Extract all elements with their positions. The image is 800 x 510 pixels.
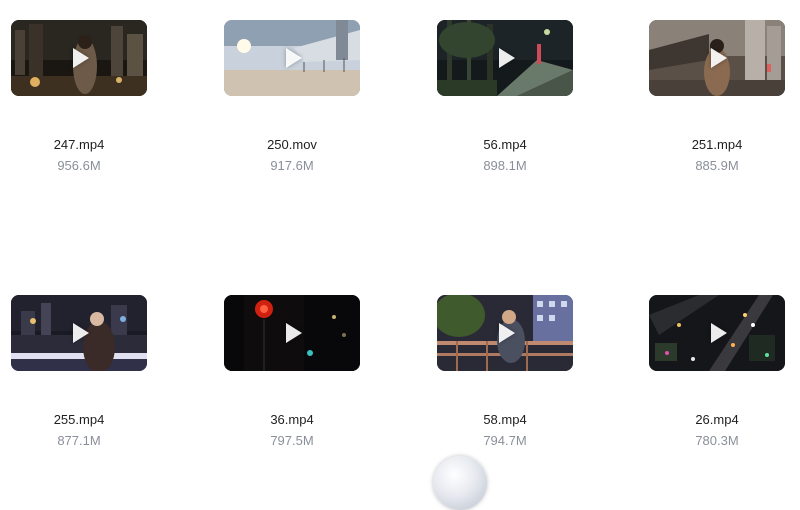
file-size: 780.3M	[695, 433, 739, 448]
play-icon	[73, 48, 89, 68]
file-size: 797.5M	[270, 433, 314, 448]
floating-assistant-button[interactable]	[433, 456, 487, 510]
play-icon	[286, 48, 302, 68]
file-size: 898.1M	[483, 158, 527, 173]
video-thumbnail-traffic-light-night-icon[interactable]	[224, 295, 360, 371]
video-thumbnail-woman-riverside-night-icon[interactable]	[11, 295, 147, 371]
file-name: 250.mov	[267, 137, 317, 152]
file-size: 877.1M	[57, 433, 101, 448]
video-thumbnail-aerial-city-night-icon[interactable]	[649, 295, 785, 371]
play-icon	[499, 323, 515, 343]
file-size: 956.6M	[57, 158, 101, 173]
play-icon	[73, 323, 89, 343]
file-name: 58.mp4	[483, 412, 527, 427]
video-file-grid: 247.mp4 956.6M 250.mov 917.6M 56.mp4 898…	[0, 0, 800, 468]
video-thumbnail-night-city-woman-icon[interactable]	[11, 20, 147, 96]
play-icon	[711, 48, 727, 68]
play-icon	[286, 323, 302, 343]
play-icon	[711, 323, 727, 343]
file-name: 251.mp4	[691, 137, 743, 152]
play-icon	[499, 48, 515, 68]
file-size: 917.6M	[270, 158, 314, 173]
video-thumbnail-man-railing-icon[interactable]	[437, 295, 573, 371]
file-name: 36.mp4	[270, 412, 314, 427]
video-thumbnail-night-path-trees-icon[interactable]	[437, 20, 573, 96]
file-name: 247.mp4	[53, 137, 105, 152]
file-name: 26.mp4	[695, 412, 739, 427]
file-name: 255.mp4	[53, 412, 105, 427]
file-size: 885.9M	[695, 158, 739, 173]
video-thumbnail-woman-skyscraper-icon[interactable]	[649, 20, 785, 96]
file-name: 56.mp4	[483, 137, 527, 152]
video-thumbnail-sunset-pier-icon[interactable]	[224, 20, 360, 96]
file-size: 794.7M	[483, 433, 527, 448]
